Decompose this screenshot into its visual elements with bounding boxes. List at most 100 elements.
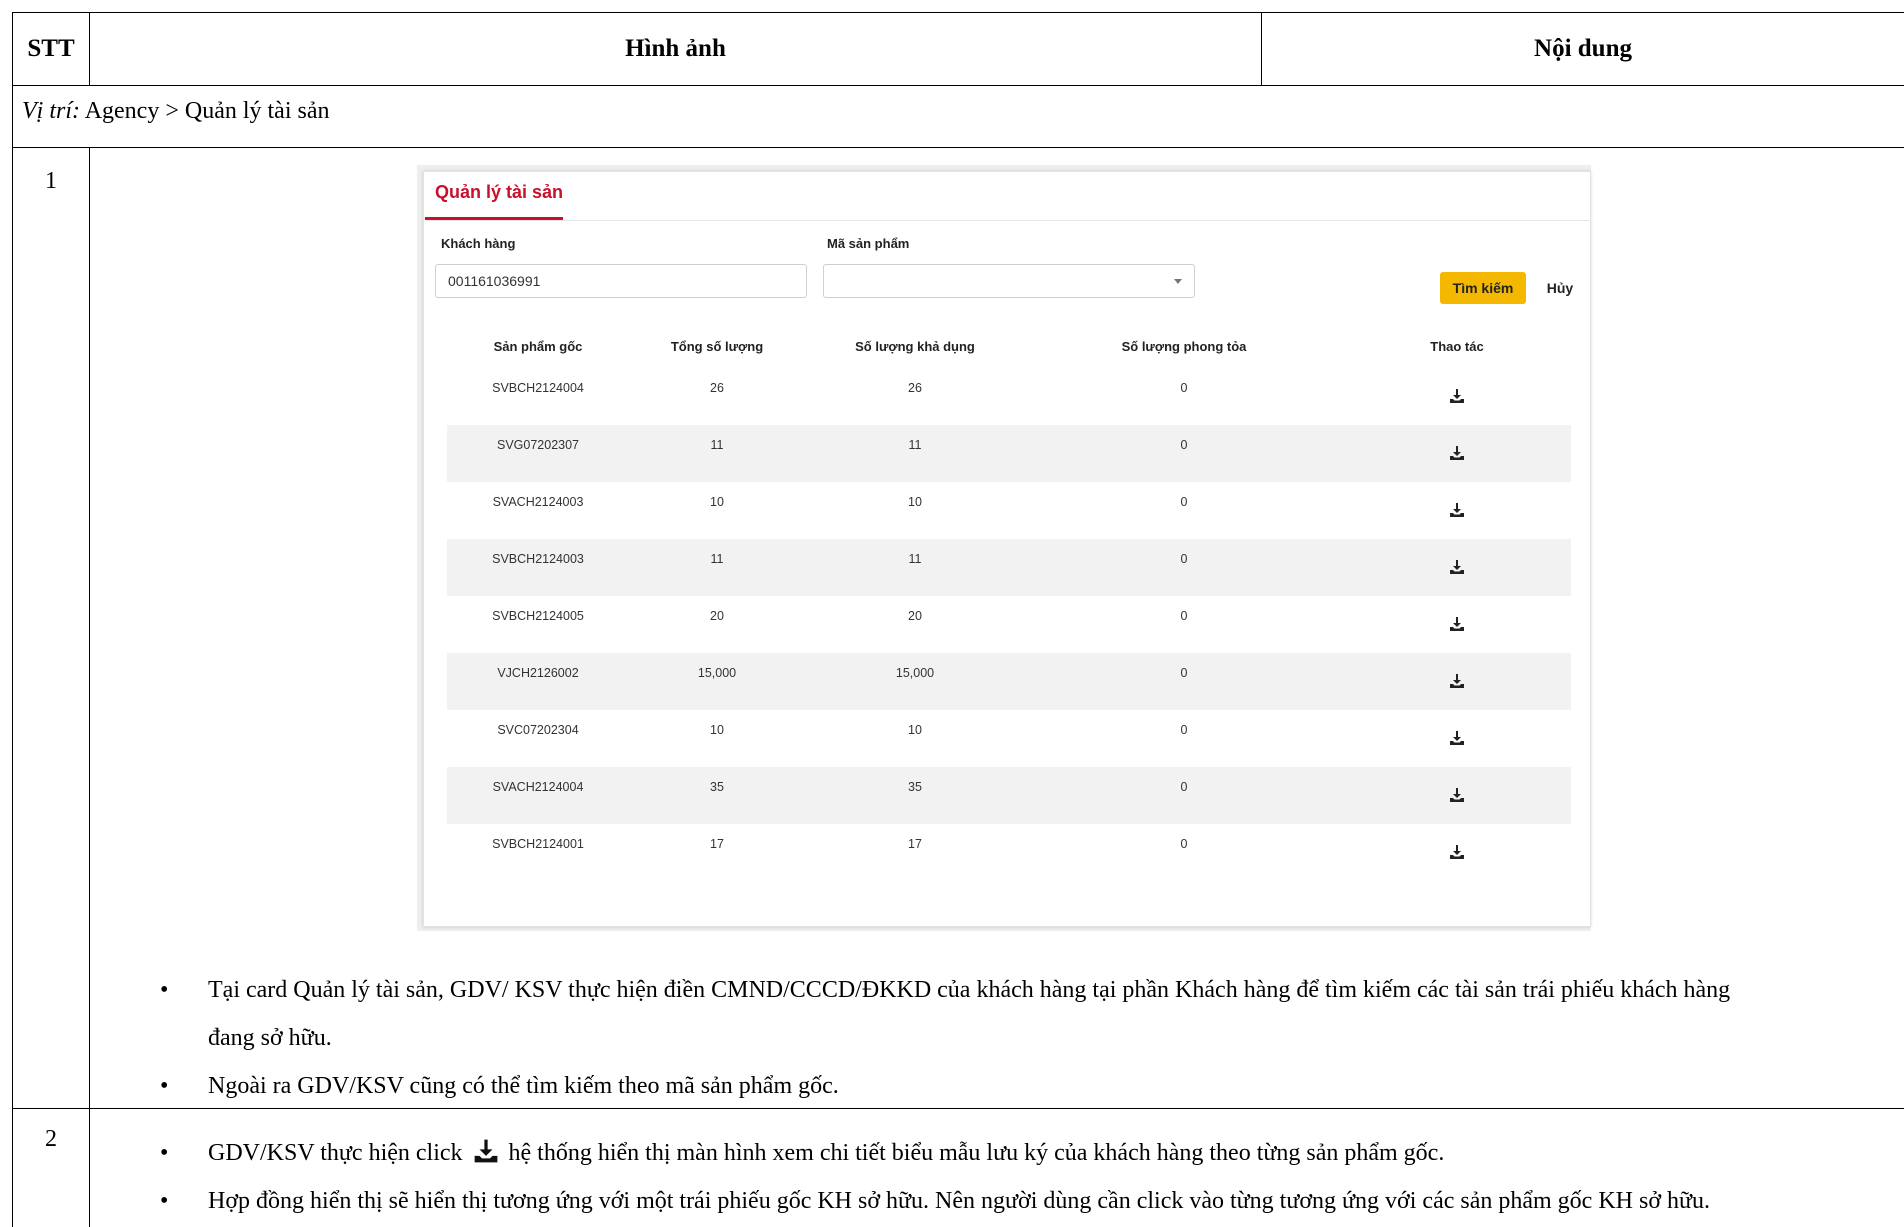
table-row: SVBCH2124004 26 26 0 [447, 368, 1571, 425]
bullet-text: Tại card Quản lý tài sản, GDV/ KSV thực … [208, 977, 1731, 1003]
download-icon[interactable] [1449, 730, 1465, 746]
table-row: SVBCH2124001 17 17 0 [447, 824, 1571, 881]
table-cell: SVG07202307 [496, 438, 579, 452]
table-cell: 11 [710, 438, 724, 452]
table-row: SVC07202304 10 10 0 [447, 710, 1571, 767]
table-cell: 11 [908, 438, 922, 452]
table-cell: SVBCH2124005 [492, 609, 584, 623]
location-row-border [12, 147, 1904, 148]
action-cell [1343, 539, 1571, 579]
table-cell: 0 [1180, 837, 1188, 851]
product-code-select[interactable] [823, 264, 1195, 298]
table-cell: 0 [1180, 723, 1188, 737]
row-number-1: 1 [45, 168, 57, 194]
list-item: Ngoài ra GDV/KSV cũng có thể tìm kiếm th… [150, 1062, 1904, 1110]
table-cell: 17 [710, 837, 724, 851]
product-code-label: Mã sản phẩm [827, 236, 910, 251]
table-header: Sản phẩm gốc Tổng số lượng Số lượng khả … [447, 324, 1571, 368]
table-cell: 15,000 [697, 666, 737, 680]
table-cell: 35 [908, 780, 922, 794]
table-cell: 11 [908, 552, 922, 566]
action-cell [1343, 368, 1571, 408]
table-cell: 10 [710, 723, 724, 737]
customer-input[interactable] [435, 264, 807, 298]
header-image: Hình ảnh [625, 34, 726, 62]
row-number-2: 2 [45, 1126, 57, 1152]
table-row: SVACH2124004 35 35 0 [447, 767, 1571, 824]
asset-management-card: Quản lý tài sản Khách hàng Mã sản phẩm T… [423, 171, 1591, 927]
table-cell: SVACH2124004 [492, 780, 584, 794]
column-header: Số lượng phong tỏa [1121, 338, 1247, 354]
list-item: Hợp đồng hiển thị sẽ hiển thị tương ứng … [150, 1177, 1904, 1225]
header-stt: STT [27, 34, 75, 62]
search-button[interactable]: Tìm kiếm [1440, 272, 1526, 304]
column-header: Số lượng khả dụng [855, 338, 975, 354]
download-icon[interactable] [1449, 787, 1465, 803]
download-icon [474, 1139, 497, 1163]
download-icon[interactable] [1449, 673, 1465, 689]
download-icon[interactable] [1449, 388, 1465, 404]
table-cell: SVC07202304 [497, 723, 579, 737]
chevron-down-icon [1174, 279, 1182, 284]
location-prefix: Vị trí: [22, 98, 80, 124]
action-cell [1343, 824, 1571, 864]
table-cell: SVBCH2124004 [492, 381, 584, 395]
table-cell: SVACH2124003 [492, 495, 584, 509]
table-cell: 10 [710, 495, 724, 509]
stt-column-border-body [89, 147, 90, 1227]
table-cell: 0 [1180, 495, 1188, 509]
bullet-text-after-icon: hệ thống hiển thị màn hình xem chi tiết … [508, 1140, 1445, 1166]
action-cell [1343, 710, 1571, 750]
table-cell: 0 [1180, 381, 1188, 395]
row2-bullets: GDV/KSV thực hiện click hệ thống hiển th… [150, 1129, 1904, 1225]
table-row: SVACH2124003 10 10 0 [447, 482, 1571, 539]
column-header: Thao tác [1430, 338, 1484, 354]
column-header: Tổng số lượng [670, 338, 764, 354]
cancel-button[interactable]: Hủy [1536, 272, 1584, 304]
table-cell: VJCH2126002 [497, 666, 579, 680]
download-icon[interactable] [1449, 502, 1465, 518]
table-cell: 26 [710, 381, 724, 395]
list-item: Tại card Quản lý tài sản, GDV/ KSV thực … [150, 966, 1904, 1062]
table-row: SVBCH2124003 11 11 0 [447, 539, 1571, 596]
download-icon[interactable] [1449, 445, 1465, 461]
location-path: Agency > Quản lý tài sản [84, 98, 330, 124]
download-icon[interactable] [1449, 616, 1465, 632]
table-body: SVBCH2124004 26 26 0 SVG07202307 11 11 0 SVACH21… [447, 368, 1571, 881]
table-cell: 11 [710, 552, 724, 566]
action-cell [1343, 482, 1571, 522]
action-cell [1343, 425, 1571, 465]
location-text: Vị trí: Agency > Quản lý tài sản [22, 98, 330, 125]
header-bottom-border [12, 85, 1904, 86]
ui-screenshot: Quản lý tài sản Khách hàng Mã sản phẩm T… [417, 165, 1591, 931]
table-cell: 0 [1180, 609, 1188, 623]
table-cell: 20 [710, 609, 724, 623]
download-icon[interactable] [1449, 844, 1465, 860]
table-cell: 35 [710, 780, 724, 794]
table-cell: 26 [908, 381, 922, 395]
table-cell: 0 [1180, 780, 1188, 794]
column-header: Sản phẩm gốc [493, 338, 583, 354]
download-icon[interactable] [1449, 559, 1465, 575]
table-cell: 10 [908, 723, 922, 737]
action-cell [1343, 767, 1571, 807]
customer-input-value[interactable] [446, 272, 796, 290]
table-cell: 15,000 [895, 666, 935, 680]
table-cell: 0 [1180, 552, 1188, 566]
table-cell: SVBCH2124001 [492, 837, 584, 851]
table-cell: 10 [908, 495, 922, 509]
row1-bullets: Tại card Quản lý tài sản, GDV/ KSV thực … [150, 966, 1904, 1110]
table-cell: SVBCH2124003 [492, 552, 584, 566]
table-cell: 0 [1180, 438, 1188, 452]
table-row: VJCH2126002 15,000 15,000 0 [447, 653, 1571, 710]
table-cell: 17 [908, 837, 922, 851]
card-title[interactable]: Quản lý tài sản [435, 182, 563, 203]
table-row: SVBCH2124005 20 20 0 [447, 596, 1571, 653]
customer-label: Khách hàng [441, 236, 516, 251]
list-item: GDV/KSV thực hiện click hệ thống hiển th… [150, 1129, 1904, 1177]
table-cell: 0 [1180, 666, 1188, 680]
bullet-text: GDV/KSV thực hiện click [208, 1140, 463, 1166]
table-cell: 20 [908, 609, 922, 623]
asset-table: Sản phẩm gốc Tổng số lượng Số lượng khả … [447, 324, 1571, 881]
action-cell [1343, 596, 1571, 636]
